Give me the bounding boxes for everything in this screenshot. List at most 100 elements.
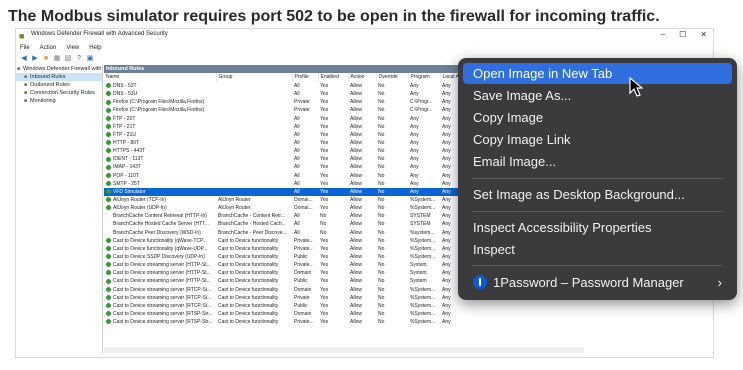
cell-text: Yes [320,254,329,261]
cell-text: Any [442,131,451,138]
menu-item-inspect-accessibility[interactable]: Inspect Accessibility Properties [463,217,732,238]
cell-text: Allow [350,254,362,261]
cell-text: No [378,115,385,122]
menu-action[interactable]: Action [40,45,57,51]
menu-item-1password[interactable]: 1Password – Password Manager › [463,272,732,293]
tree-item-inbound-rules[interactable]: ■ Inbound Rules [16,73,102,81]
menu-item-copy-image[interactable]: Copy Image [463,107,732,128]
table-cell-profile: Private... [292,245,318,253]
cell-text: BranchCache Hosted Cache Server (HTT... [113,221,209,228]
cell-text: Allow [350,164,362,171]
table-cell-profile: All [292,163,318,171]
col-program[interactable]: Program [408,73,441,82]
table-cell-name: Cast to Device streaming server (RTSP-St… [104,310,216,318]
menu-item-save-image-as[interactable]: Save Image As... [463,85,732,106]
table-cell-profile: All [292,82,318,90]
cell-text: Any [410,140,419,147]
table-cell-enabled: Yes [318,294,348,302]
table-cell-enabled: Yes [318,163,348,171]
tree-item-outbound-rules[interactable]: ■ Outbound Rules [16,81,102,89]
up-folder-icon[interactable]: ■ [42,55,50,63]
table-cell-action: Allow [348,237,376,245]
show-hide-tree-icon[interactable]: ▦ [53,55,61,63]
cell-text: %System... [410,294,436,301]
horizontal-scrollbar[interactable] [104,347,584,353]
properties-icon[interactable]: ▧ [64,55,72,63]
table-row[interactable]: Cast to Device streaming server (RTSP-St… [104,318,584,326]
minimize-button[interactable]: – [661,30,665,39]
table-cell-group: Cast to Device functionality [216,294,292,302]
table-cell-override: No [376,302,408,310]
table-cell-program: Any [408,163,440,171]
cell-text: All [294,172,300,179]
rule-enabled-icon [106,132,111,138]
cell-text: SMTP - 25T [113,180,140,187]
menu-file[interactable]: File [20,45,30,51]
menu-item-open-image-new-tab[interactable]: Open Image in New Tab [463,63,732,84]
col-action[interactable]: Action [348,73,377,82]
col-enabled[interactable]: Enabled [318,73,349,82]
cell-text: Yes [320,148,329,155]
forward-arrow-icon[interactable]: ▶ [31,55,39,63]
menu-item-set-desktop-background[interactable]: Set Image as Desktop Background... [463,184,732,205]
tree-item-connection-security[interactable]: ■ Connection Security Rules [16,89,102,97]
table-cell-program: %System... [408,294,440,302]
col-group[interactable]: Group [216,73,293,82]
cell-text: No [378,123,385,130]
cell-text: AllJoyn Router [218,205,251,212]
table-cell-group [216,155,292,163]
tree-root-item[interactable]: ■ Windows Defender Firewall with [16,65,102,73]
table-cell-override: No [376,131,408,139]
table-cell-profile: Private... [292,318,318,326]
table-cell-program: Any [408,172,440,180]
help-icon[interactable]: ? [75,55,83,63]
console-icon[interactable]: ▣ [86,55,94,63]
table-row[interactable]: Cast to Device streaming server (RTCP-St… [104,302,584,310]
col-name[interactable]: Name [104,73,217,82]
cell-text: AllJoyn Router [218,197,251,204]
close-button[interactable]: ✕ [700,30,707,39]
table-cell-override: No [376,237,408,245]
cell-text: Cast to Device functionality [218,319,279,326]
table-cell-override: No [376,229,408,237]
mouse-cursor-icon [629,77,643,97]
cell-text: No [378,91,385,98]
cell-text: Private... [294,319,314,326]
table-cell-action: Allow [348,269,376,277]
menu-item-copy-image-link[interactable]: Copy Image Link [463,129,732,150]
menu-view[interactable]: View [66,45,79,51]
table-cell-program: Any [408,180,440,188]
table-row[interactable]: Cast to Device streaming server (RTSP-St… [104,310,584,318]
col-profile[interactable]: Profile [292,73,319,82]
menu-item-inspect[interactable]: Inspect [463,239,732,260]
tree-item-monitoring[interactable]: ■ Monitoring [16,97,102,105]
rule-enabled-icon [106,270,111,276]
cell-text: No [378,131,385,138]
cell-text: Yes [320,180,329,187]
cell-text: All [294,123,300,130]
table-cell-name: FTP - 21U [104,131,216,139]
menu-help[interactable]: Help [89,45,101,51]
cell-text: %System... [410,286,436,293]
table-cell-override: No [376,318,408,326]
back-arrow-icon[interactable]: ◀ [20,55,28,63]
cell-text: Allow [350,197,362,204]
cell-text: DNS - 53T [113,83,137,90]
table-cell-action: Allow [348,172,376,180]
table-cell-group [216,187,292,196]
rule-enabled-icon [106,148,111,154]
table-cell-program: System [408,269,440,277]
table-cell-name: Firefox (C:\Program Files\Mozilla Firefo… [104,98,216,106]
cell-text: Cast to Device functionality [218,254,279,261]
rule-enabled-icon [106,254,111,260]
cell-text: Any [442,99,451,106]
table-cell-action: Allow [348,318,376,326]
table-cell-override: No [376,123,408,131]
table-cell-enabled: No [318,212,348,220]
table-cell-action: Allow [348,220,376,228]
menu-item-email-image[interactable]: Email Image... [463,151,732,172]
cell-text: Allow [350,286,362,293]
col-override[interactable]: Override [376,73,409,82]
maximize-button[interactable]: ☐ [679,30,686,39]
table-cell-override: No [376,245,408,253]
